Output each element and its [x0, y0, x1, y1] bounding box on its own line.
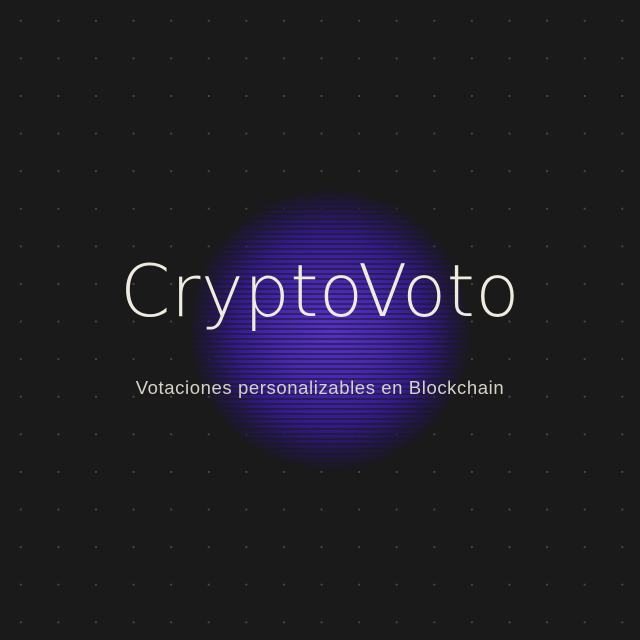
brand-title: CryptoVoto [120, 249, 520, 333]
brand-tagline: Votaciones personalizables en Blockchain [135, 377, 505, 398]
logo-canvas: CryptoVoto Votaciones personalizables en… [0, 0, 640, 640]
